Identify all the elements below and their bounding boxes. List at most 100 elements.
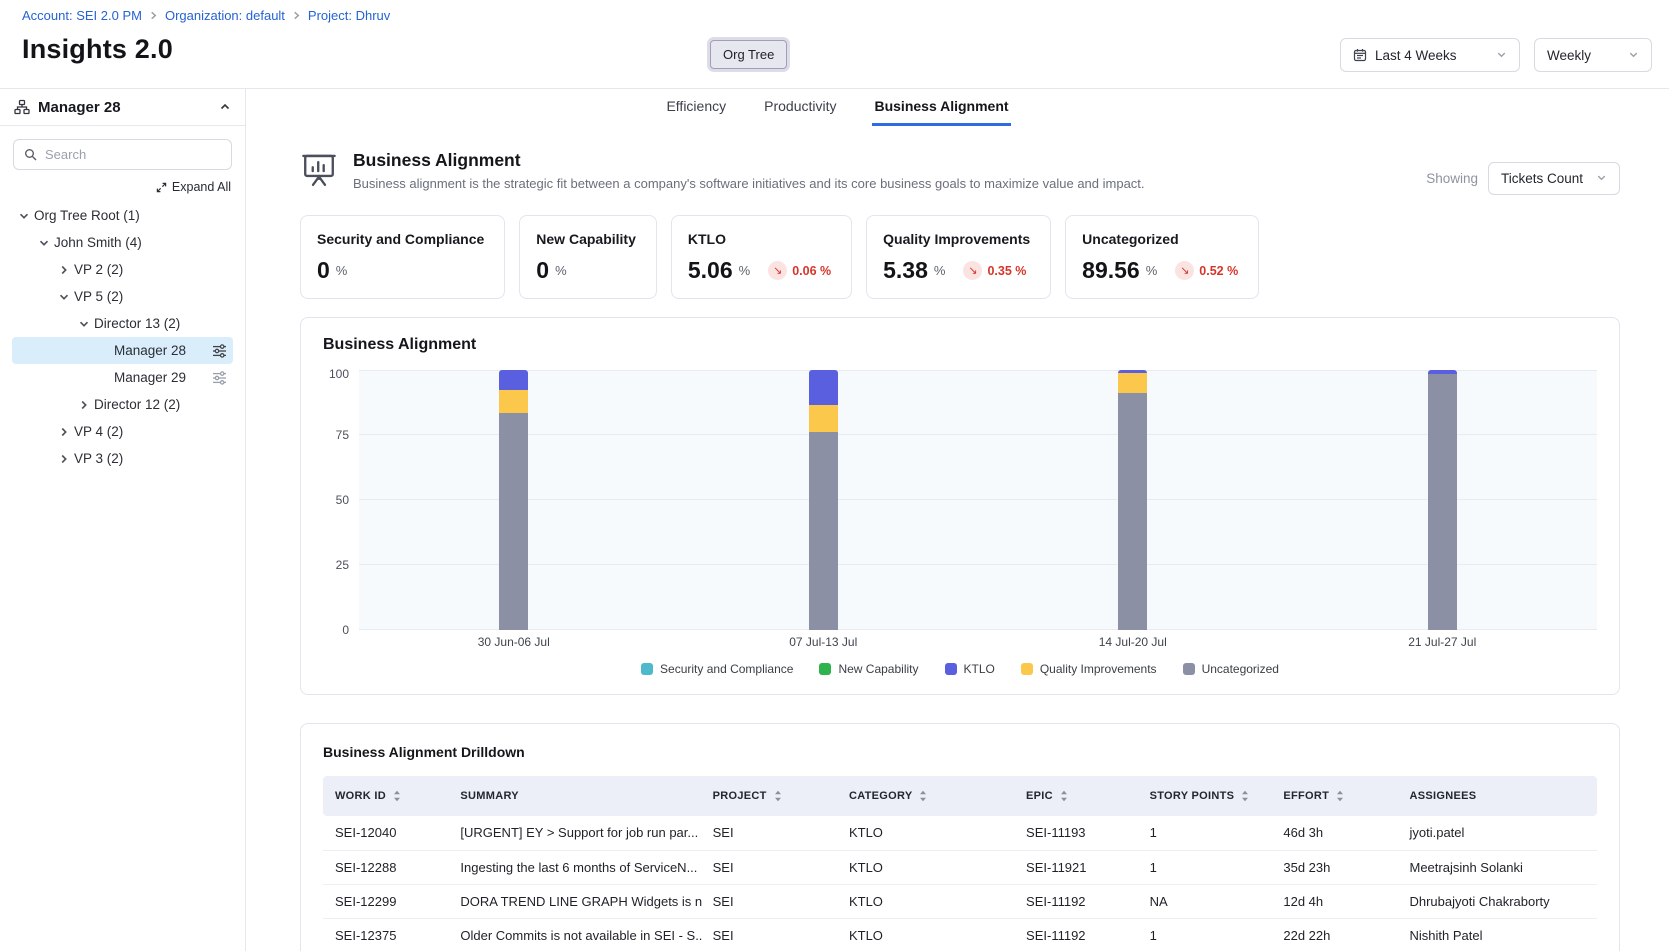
column-header-epic[interactable]: EPIC (1016, 776, 1140, 816)
table-cell: Older Commits is not available in SEI - … (450, 918, 702, 951)
column-header-work-id[interactable]: WORK ID (323, 776, 450, 816)
chevron-right-icon[interactable] (54, 264, 74, 276)
y-tick-label: 0 (342, 623, 349, 637)
tree-item-manager-29[interactable]: Manager 29 (12, 364, 233, 391)
column-header-story-points[interactable]: STORY POINTS (1140, 776, 1274, 816)
section-title: Business Alignment (353, 150, 1145, 171)
stacked-bar[interactable] (1118, 370, 1147, 630)
search-input[interactable] (45, 147, 221, 162)
chart-title: Business Alignment (323, 336, 1597, 354)
table-cell: 35d 23h (1273, 850, 1399, 884)
legend-item-security-and-compliance[interactable]: Security and Compliance (641, 662, 793, 676)
top-bar: Account: SEI 2.0 PM Organization: defaul… (0, 0, 1669, 88)
breadcrumb: Account: SEI 2.0 PM Organization: defaul… (22, 8, 1669, 23)
sort-icon[interactable] (392, 790, 402, 802)
breadcrumb-organization-link[interactable]: Organization: default (165, 8, 285, 23)
sort-icon[interactable] (1335, 790, 1345, 802)
stacked-bar[interactable] (1428, 370, 1457, 630)
chevron-right-icon[interactable] (54, 453, 74, 465)
org-tree-button[interactable]: Org Tree (710, 40, 787, 69)
bar-segment-uncategorized (1118, 393, 1147, 630)
kpi-delta: ↘0.35 % (963, 261, 1026, 280)
tree-item-manager-28[interactable]: Manager 28 (12, 337, 233, 364)
plot-area (359, 370, 1597, 630)
legend-item-ktlo[interactable]: KTLO (945, 662, 995, 676)
section-header: Business Alignment Business alignment is… (300, 150, 1620, 195)
tree-item-vp-4-2[interactable]: VP 4 (2) (12, 418, 233, 445)
tab-productivity[interactable]: Productivity (762, 89, 838, 126)
kpi-value-row: 0% (317, 257, 484, 284)
stacked-bar[interactable] (499, 370, 528, 630)
column-header-effort[interactable]: EFFORT (1273, 776, 1399, 816)
date-range-select[interactable]: Last 4 Weeks (1340, 38, 1520, 72)
chevron-down-icon[interactable] (54, 291, 74, 303)
kpi-delta-value: 0.52 % (1199, 264, 1238, 278)
table-cell: Nishith Patel (1399, 918, 1597, 951)
legend-swatch (945, 663, 957, 675)
column-header-category[interactable]: CATEGORY (839, 776, 1016, 816)
column-header-inner: PROJECT (713, 790, 829, 802)
legend-item-new-capability[interactable]: New Capability (819, 662, 918, 676)
kpi-unit: % (1146, 263, 1158, 278)
top-controls: Last 4 Weeks Weekly (1340, 38, 1652, 72)
chevron-down-icon[interactable] (34, 237, 54, 249)
date-range-value: Last 4 Weeks (1375, 48, 1457, 63)
legend-item-uncategorized[interactable]: Uncategorized (1183, 662, 1279, 676)
sort-icon[interactable] (1240, 790, 1250, 802)
tree-item-director-13-2[interactable]: Director 13 (2) (12, 310, 233, 337)
tree-item-vp-5-2[interactable]: VP 5 (2) (12, 283, 233, 310)
bar-group (669, 370, 979, 630)
y-tick-label: 50 (336, 493, 349, 507)
expand-all-button[interactable]: Expand All (0, 180, 231, 194)
tabs-bar: Efficiency Productivity Business Alignme… (246, 89, 1669, 126)
breadcrumb-project-link[interactable]: Project: Dhruv (308, 8, 390, 23)
chevron-down-icon[interactable] (74, 318, 94, 330)
kpi-card-uncategorized: Uncategorized89.56%↘0.52 % (1065, 215, 1259, 299)
column-label: ASSIGNEES (1409, 790, 1476, 802)
sort-icon[interactable] (1059, 790, 1069, 802)
tree-item-label: Manager 28 (114, 343, 186, 358)
expand-icon (156, 182, 167, 193)
legend-item-quality-improvements[interactable]: Quality Improvements (1021, 662, 1157, 676)
filter-sliders-icon[interactable] (212, 344, 227, 358)
table-row[interactable]: SEI-12040[URGENT] EY > Support for job r… (323, 816, 1597, 850)
tree-item-director-12-2[interactable]: Director 12 (2) (12, 391, 233, 418)
sidebar-title: Manager 28 (38, 99, 121, 116)
bar-group (978, 370, 1288, 630)
table-row[interactable]: SEI-12375Older Commits is not available … (323, 918, 1597, 951)
breadcrumb-account-link[interactable]: Account: SEI 2.0 PM (22, 8, 142, 23)
bar-segment-quality-improvements (1118, 373, 1147, 393)
column-header-inner: STORY POINTS (1150, 790, 1264, 802)
org-tree-sidebar: Manager 28 Expand All Org Tree Root (1)J… (0, 89, 246, 951)
table-row[interactable]: SEI-12288Ingesting the last 6 months of … (323, 850, 1597, 884)
kpi-card-security-and-compliance: Security and Compliance0% (300, 215, 505, 299)
column-header-inner: SUMMARY (460, 790, 692, 802)
column-header-summary: SUMMARY (450, 776, 702, 816)
tab-business-alignment[interactable]: Business Alignment (872, 89, 1010, 126)
chevron-right-icon[interactable] (74, 399, 94, 411)
table-row[interactable]: SEI-12299DORA TREND LINE GRAPH Widgets i… (323, 884, 1597, 918)
kpi-label: Uncategorized (1082, 231, 1238, 247)
tree-item-john-smith-4[interactable]: John Smith (4) (12, 229, 233, 256)
metric-select[interactable]: Tickets Count (1488, 162, 1620, 195)
chevron-right-icon[interactable] (54, 426, 74, 438)
filter-sliders-icon[interactable] (212, 371, 227, 385)
content: Business Alignment Business alignment is… (246, 126, 1669, 951)
sort-icon[interactable] (773, 790, 783, 802)
stacked-bar[interactable] (809, 370, 838, 630)
kpi-label: KTLO (688, 231, 831, 247)
interval-select[interactable]: Weekly (1534, 38, 1652, 72)
tree-item-vp-3-2[interactable]: VP 3 (2) (12, 445, 233, 472)
legend-label: Quality Improvements (1040, 662, 1157, 676)
tree-item-org-tree-root-1[interactable]: Org Tree Root (1) (12, 202, 233, 229)
table-cell: KTLO (839, 884, 1016, 918)
column-header-project[interactable]: PROJECT (703, 776, 839, 816)
column-header-inner: EPIC (1026, 790, 1130, 802)
sort-icon[interactable] (918, 790, 928, 802)
tab-efficiency[interactable]: Efficiency (664, 89, 728, 126)
column-label: CATEGORY (849, 790, 913, 802)
chevron-down-icon[interactable] (14, 210, 34, 222)
tree-item-vp-2-2[interactable]: VP 2 (2) (12, 256, 233, 283)
chevron-up-icon[interactable] (219, 101, 231, 113)
table-cell: SEI-12040 (323, 816, 450, 850)
